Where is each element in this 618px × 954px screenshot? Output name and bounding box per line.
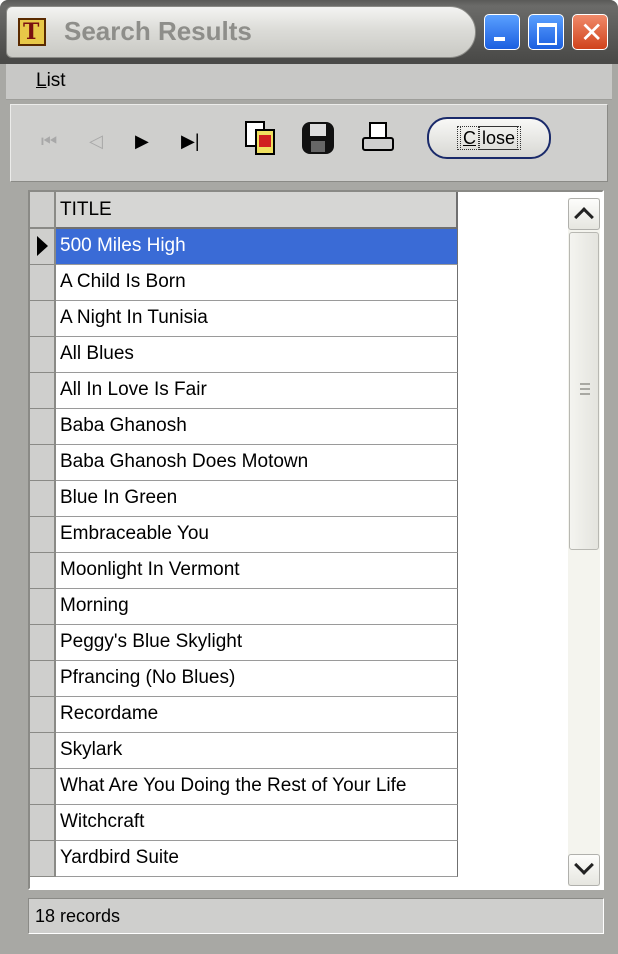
title-cell[interactable]: Moonlight In Vermont — [56, 553, 458, 589]
toolbar: ⏮ ◁ ▶ ▶| Close — [10, 104, 608, 182]
copy-icon-arrow — [259, 135, 271, 147]
title-cell[interactable]: Witchcraft — [56, 805, 458, 841]
scroll-thumb[interactable] — [569, 232, 599, 550]
first-record-icon[interactable]: ⏮ — [41, 129, 57, 153]
app-icon[interactable]: T — [18, 18, 46, 46]
title-cell[interactable]: A Child Is Born — [56, 265, 458, 301]
grid-body: TITLE 500 Miles High A Child Is Born A Nig… — [30, 192, 458, 877]
window-title: Search Results — [64, 16, 252, 46]
title-cell[interactable]: All Blues — [56, 337, 458, 373]
table-row[interactable]: All Blues — [30, 337, 458, 373]
table-row[interactable]: Recordame — [30, 697, 458, 733]
row-indicator[interactable] — [30, 733, 56, 769]
close-window-button[interactable]: ✕ — [572, 14, 608, 50]
title-cell[interactable]: Blue In Green — [56, 481, 458, 517]
row-indicator[interactable] — [30, 229, 56, 265]
table-row[interactable]: Baba Ghanosh Does Motown — [30, 445, 458, 481]
table-row[interactable]: Witchcraft — [30, 805, 458, 841]
print-icon[interactable] — [359, 119, 397, 157]
table-row[interactable]: A Child Is Born — [30, 265, 458, 301]
close-button-label: lose — [478, 126, 519, 150]
row-indicator[interactable] — [30, 337, 56, 373]
table-row[interactable]: Yardbird Suite — [30, 841, 458, 877]
menu-list-label: ist — [46, 70, 66, 91]
row-indicator[interactable] — [30, 553, 56, 589]
title-cell[interactable]: Peggy's Blue Skylight — [56, 625, 458, 661]
row-indicator[interactable] — [30, 409, 56, 445]
grid-rows: 500 Miles High A Child Is Born A Night In … — [30, 229, 458, 877]
scroll-grip-icon — [580, 383, 590, 395]
status-bar: 18 records — [28, 898, 604, 934]
column-header-title[interactable]: TITLE — [56, 192, 458, 229]
results-grid: TITLE 500 Miles High A Child Is Born A Nig… — [28, 190, 604, 890]
next-record-icon[interactable]: ▶ — [135, 129, 149, 153]
last-record-icon[interactable]: ▶| — [181, 129, 200, 153]
title-cell[interactable]: Embraceable You — [56, 517, 458, 553]
title-cell[interactable]: Recordame — [56, 697, 458, 733]
title-bar[interactable]: T Search Results ✕ — [0, 0, 618, 64]
table-row[interactable]: What Are You Doing the Rest of Your Life — [30, 769, 458, 805]
maximize-button[interactable] — [528, 14, 564, 50]
indicator-header — [30, 192, 56, 229]
search-results-window: T Search Results ✕ List ⏮ ◁ ▶ ▶| Close T… — [0, 0, 618, 954]
row-indicator[interactable] — [30, 697, 56, 733]
row-indicator[interactable] — [30, 301, 56, 337]
table-row[interactable]: Baba Ghanosh — [30, 409, 458, 445]
close-icon: ✕ — [580, 17, 604, 48]
title-cell[interactable]: All In Love Is Fair — [56, 373, 458, 409]
title-cell[interactable]: What Are You Doing the Rest of Your Life — [56, 769, 458, 805]
title-cell[interactable]: Yardbird Suite — [56, 841, 458, 877]
table-row[interactable]: Pfrancing (No Blues) — [30, 661, 458, 697]
close-button-focus: Close — [456, 126, 522, 150]
row-indicator[interactable] — [30, 481, 56, 517]
table-row[interactable]: Peggy's Blue Skylight — [30, 625, 458, 661]
title-cell[interactable]: 500 Miles High — [56, 229, 458, 265]
app-icon-glyph: T — [23, 19, 40, 45]
title-cell[interactable]: Baba Ghanosh Does Motown — [56, 445, 458, 481]
table-row[interactable]: Blue In Green — [30, 481, 458, 517]
table-row[interactable]: All In Love Is Fair — [30, 373, 458, 409]
title-cell[interactable]: Skylark — [56, 733, 458, 769]
row-indicator[interactable] — [30, 841, 56, 877]
title-cell[interactable]: Morning — [56, 589, 458, 625]
row-indicator[interactable] — [30, 373, 56, 409]
row-indicator[interactable] — [30, 805, 56, 841]
row-indicator[interactable] — [30, 661, 56, 697]
table-row[interactable]: A Night In Tunisia — [30, 301, 458, 337]
title-cell[interactable]: Pfrancing (No Blues) — [56, 661, 458, 697]
table-row[interactable]: 500 Miles High — [30, 229, 458, 265]
chevron-up-icon — [574, 207, 594, 227]
current-row-pointer-icon — [37, 236, 48, 256]
close-button[interactable]: Close — [427, 117, 551, 159]
menu-list-accelerator: L — [36, 70, 47, 91]
row-indicator[interactable] — [30, 445, 56, 481]
table-row[interactable]: Morning — [30, 589, 458, 625]
vertical-scrollbar[interactable] — [568, 198, 600, 886]
scroll-down-button[interactable] — [568, 854, 600, 886]
save-icon[interactable] — [299, 119, 337, 157]
table-row[interactable]: Skylark — [30, 733, 458, 769]
table-row[interactable]: Embraceable You — [30, 517, 458, 553]
title-cell[interactable]: A Night In Tunisia — [56, 301, 458, 337]
copy-icon[interactable] — [241, 119, 279, 157]
printer-body — [362, 137, 394, 151]
close-button-accelerator: C — [459, 126, 479, 150]
menu-list[interactable]: List — [36, 70, 66, 92]
chevron-down-icon — [574, 855, 594, 875]
minimize-button[interactable] — [484, 14, 520, 50]
menu-bar: List — [6, 64, 612, 100]
row-indicator[interactable] — [30, 589, 56, 625]
title-cell[interactable]: Baba Ghanosh — [56, 409, 458, 445]
row-indicator[interactable] — [30, 517, 56, 553]
row-indicator[interactable] — [30, 769, 56, 805]
row-indicator[interactable] — [30, 265, 56, 301]
scroll-up-button[interactable] — [568, 198, 600, 230]
floppy-disk-shutter — [311, 141, 325, 152]
table-row[interactable]: Moonlight In Vermont — [30, 553, 458, 589]
previous-record-icon[interactable]: ◁ — [89, 129, 103, 153]
row-indicator[interactable] — [30, 625, 56, 661]
grid-header-row: TITLE — [30, 192, 458, 229]
floppy-disk-label — [310, 124, 326, 136]
